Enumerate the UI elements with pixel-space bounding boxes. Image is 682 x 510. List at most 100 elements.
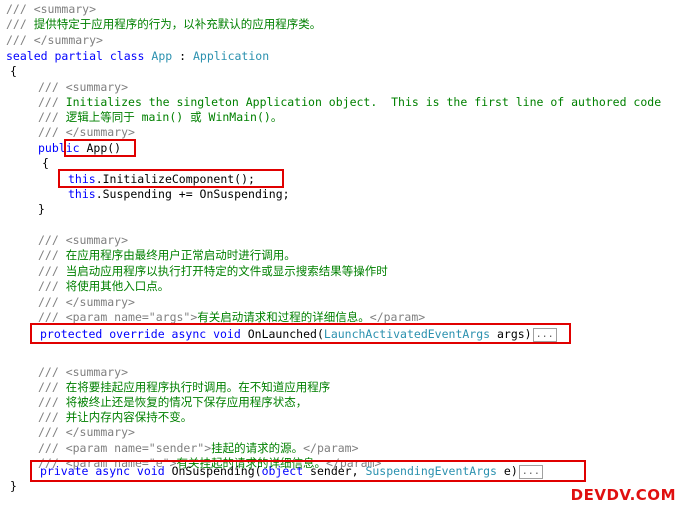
doc-tag: </summary> — [65, 425, 135, 439]
doc-comment-slashes: /// — [6, 17, 34, 31]
inherit-separator: : — [172, 49, 193, 63]
keyword: sealed partial class — [6, 49, 152, 63]
constructor-name: App() — [79, 141, 122, 155]
code-line-9: /// </summary> — [38, 125, 135, 140]
initialize-component-call: this.InitializeComponent(); — [68, 172, 255, 187]
doc-comment-slashes: /// — [38, 279, 66, 293]
code-line-15: /// <summary> — [38, 233, 128, 248]
constructor-declaration: public App() — [38, 141, 121, 156]
code-line-27: /// <param name="sender">挂起的请求的源。</param… — [38, 441, 359, 456]
param-rest: e) — [497, 464, 518, 478]
doc-tag: <summary> — [33, 2, 97, 16]
code-line-2: /// 提供特定于应用程序的行为，以补充默认的应用程序类。 — [6, 17, 321, 32]
doc-comment-slashes: /// — [38, 95, 66, 109]
doc-comment-text: 当启动应用程序以执行打开特定的文件或显示搜索结果等操作时 — [65, 264, 388, 278]
method-name: OnSuspending( — [171, 464, 262, 478]
keyword: public — [38, 141, 80, 155]
doc-tag: </param> — [369, 310, 426, 324]
doc-tag: <param name=" — [65, 441, 156, 455]
open-brace: { — [42, 156, 49, 170]
code-line-16: /// 在应用程序由最终用户正常启动时进行调用。 — [38, 248, 296, 263]
doc-tag: </param> — [303, 441, 359, 455]
doc-comment-slashes: /// — [38, 295, 66, 309]
code-line-14: } — [38, 202, 45, 217]
doc-comment-text: 有关启动请求和过程的详细信息。 — [197, 310, 370, 324]
keyword: private async void — [40, 464, 172, 478]
code-line-6: /// <summary> — [38, 80, 128, 95]
doc-tag: </summary> — [65, 295, 135, 309]
suspending-subscription: this.Suspending += OnSuspending; — [68, 187, 290, 202]
doc-comment-slashes: /// — [38, 110, 66, 124]
doc-comment-slashes: /// — [38, 365, 66, 379]
doc-comment-text: 将被终止还是恢复的情况下保存应用程序状态， — [65, 395, 308, 409]
doc-comment-slashes: /// — [38, 248, 66, 262]
doc-comment-slashes: /// — [38, 425, 66, 439]
doc-comment-text: 提供特定于应用程序的行为，以补充默认的应用程序类。 — [33, 17, 322, 31]
code-line-23: /// 在将要挂起应用程序执行时调用。在不知道应用程序 — [38, 380, 330, 395]
statement: .InitializeComponent(); — [95, 172, 255, 186]
code-editor[interactable]: /// <summary> /// 提供特定于应用程序的行为，以补充默认的应用程… — [0, 0, 682, 510]
code-line-8: /// 逻辑上等同于 main() 或 WinMain()。 — [38, 110, 282, 125]
doc-tag: <param name=" — [65, 310, 156, 324]
keyword: object — [261, 464, 304, 478]
doc-comment-slashes: /// — [38, 310, 66, 324]
code-line-3: /// </summary> — [6, 33, 103, 48]
doc-tag: <summary> — [65, 233, 129, 247]
code-line-1: /// <summary> — [6, 2, 96, 17]
code-line-7: /// Initializes the singleton Applicatio… — [38, 95, 661, 110]
collapsed-region-button[interactable]: ... — [532, 327, 557, 342]
doc-tag: "> — [197, 441, 212, 455]
doc-comment-slashes: /// — [38, 233, 66, 247]
code-line-24: /// 将被终止还是恢复的情况下保存应用程序状态， — [38, 395, 307, 410]
keyword: this — [68, 187, 96, 201]
doc-comment-text: 并让内存内容保持不变。 — [65, 410, 193, 424]
doc-tag: </summary> — [33, 33, 103, 47]
doc-comment-slashes: /// — [6, 2, 34, 16]
param-name: args — [155, 310, 184, 324]
doc-comment-slashes: /// — [38, 410, 66, 424]
param-rest: args) — [490, 327, 532, 341]
onsuspending-declaration: private async void OnSuspending(object s… — [40, 464, 543, 479]
class-name: App — [151, 49, 173, 63]
doc-comment-text: Initializes the singleton Application ob… — [65, 95, 662, 109]
code-line-11: { — [42, 156, 49, 171]
base-class-name: Application — [192, 49, 270, 63]
doc-comment-text: 逻辑上等同于 main() 或 WinMain()。 — [65, 110, 283, 124]
method-name: OnLaunched( — [247, 327, 324, 341]
onlaunched-declaration: protected override async void OnLaunched… — [40, 327, 557, 342]
close-brace: } — [10, 479, 17, 493]
doc-comment-text: 将使用其他入口点。 — [65, 279, 170, 293]
keyword: protected override async void — [40, 327, 248, 341]
param-rest: sender, — [303, 464, 366, 478]
close-brace: } — [38, 202, 45, 216]
collapsed-region-button[interactable]: ... — [518, 464, 543, 479]
doc-comment-slashes: /// — [38, 80, 66, 94]
doc-tag: <summary> — [65, 80, 129, 94]
doc-comment-text: 在应用程序由最终用户正常启动时进行调用。 — [65, 248, 296, 262]
code-line-25: /// 并让内存内容保持不变。 — [38, 410, 192, 425]
code-line-26: /// </summary> — [38, 425, 135, 440]
doc-tag: <summary> — [65, 365, 129, 379]
doc-comment-slashes: /// — [38, 125, 66, 139]
keyword: this — [68, 172, 96, 186]
statement: .Suspending += OnSuspending; — [95, 187, 290, 201]
doc-comment-slashes: /// — [38, 395, 66, 409]
doc-tag: "> — [183, 310, 198, 324]
code-line-17: /// 当启动应用程序以执行打开特定的文件或显示搜索结果等操作时 — [38, 264, 388, 279]
doc-tag: </summary> — [65, 125, 135, 139]
site-watermark: DEVDV.COM — [570, 486, 676, 504]
param-name: sender — [155, 441, 198, 455]
param-type: LaunchActivatedEventArgs — [323, 327, 491, 341]
doc-comment-slashes: /// — [38, 380, 66, 394]
class-declaration: sealed partial class App : Application — [6, 49, 269, 64]
code-line-5: { — [10, 64, 17, 79]
doc-comment-slashes: /// — [6, 33, 34, 47]
doc-comment-slashes: /// — [38, 441, 66, 455]
code-line-22: /// <summary> — [38, 365, 128, 380]
code-line-20: /// <param name="args">有关启动请求和过程的详细信息。</… — [38, 310, 425, 325]
code-line-30: } — [10, 479, 17, 494]
param-type: SuspendingEventArgs — [365, 464, 497, 478]
doc-comment-text: 在将要挂起应用程序执行时调用。在不知道应用程序 — [65, 380, 331, 394]
code-line-18: /// 将使用其他入口点。 — [38, 279, 169, 294]
code-line-19: /// </summary> — [38, 295, 135, 310]
